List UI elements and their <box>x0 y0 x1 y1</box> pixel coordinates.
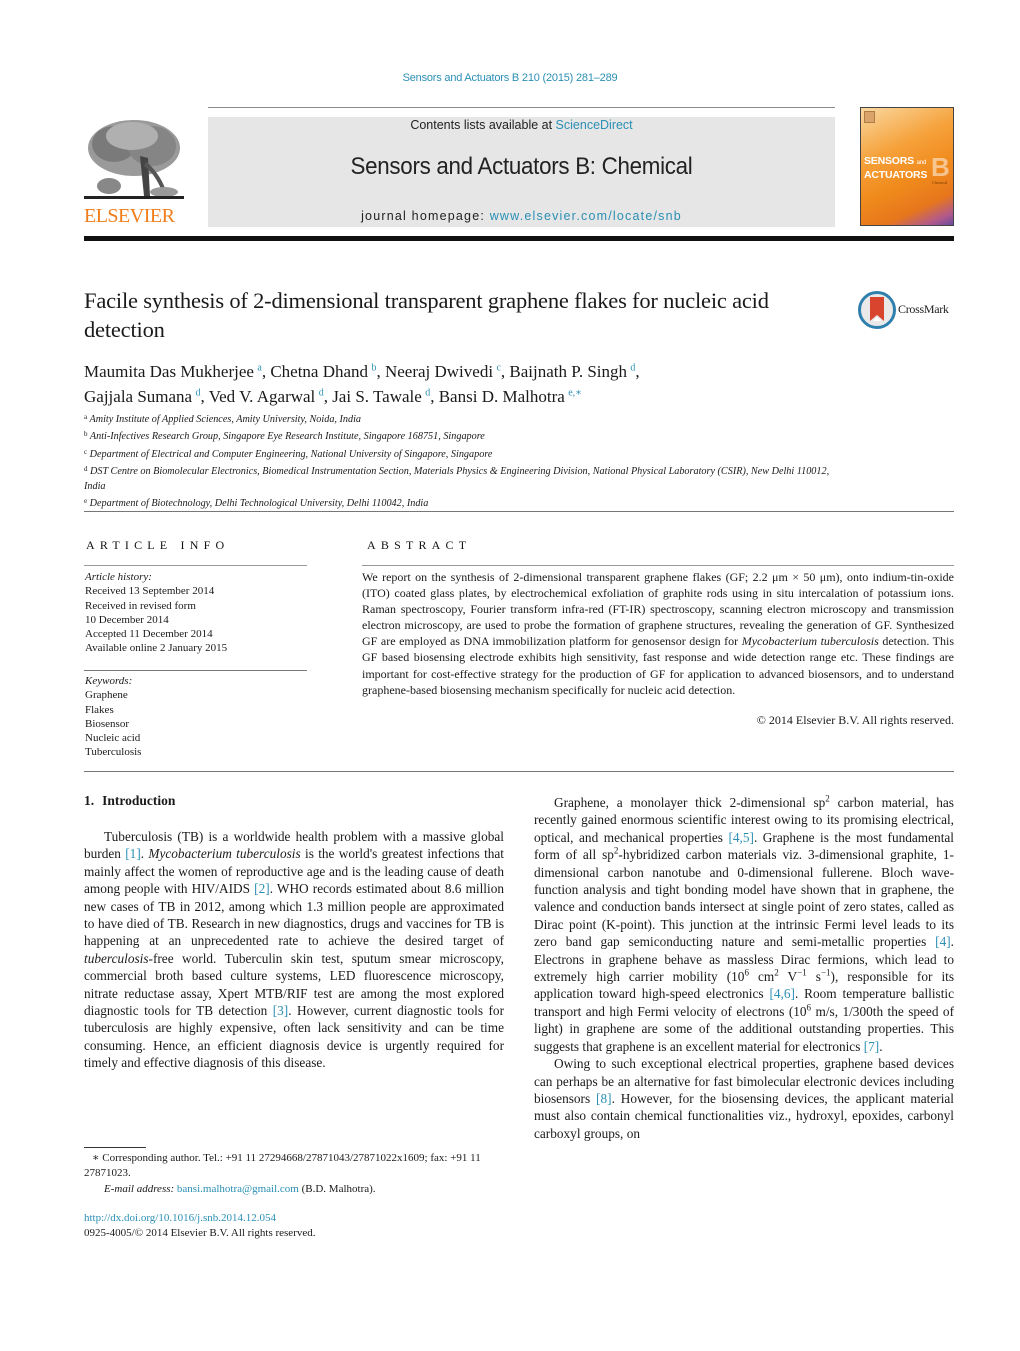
citation-link[interactable]: [1] <box>125 846 141 861</box>
header-rule <box>208 107 835 108</box>
article-history-label: Article history: <box>85 571 152 583</box>
article-info-heading: ARTICLE INFO <box>86 538 230 552</box>
keyword: Graphene <box>85 689 128 702</box>
history-item: Received 13 September 2014 <box>85 585 215 598</box>
divider-rule <box>84 771 954 772</box>
paragraph: Owing to such exceptional electrical pro… <box>534 1056 954 1141</box>
citation-link[interactable]: [7] <box>864 1039 880 1054</box>
abstract-rule <box>362 565 954 566</box>
doi-link[interactable]: http://dx.doi.org/10.1016/j.snb.2014.12.… <box>84 1212 276 1224</box>
divider-rule <box>84 511 954 512</box>
article-title: Facile synthesis of 2-dimensional transp… <box>84 288 769 342</box>
footnote-rule <box>84 1147 146 1148</box>
journal-masthead: Contents lists available at ScienceDirec… <box>208 117 835 227</box>
keywords-rule <box>84 670 307 671</box>
section-heading-introduction: 1. Introduction <box>84 793 176 808</box>
corresponding-author-note: ∗ Corresponding author. Tel.: +91 11 272… <box>84 1152 481 1180</box>
keywords-label: Keywords: <box>85 675 133 687</box>
masthead-thick-rule <box>84 236 954 241</box>
author[interactable]: Jai S. Tawale d, <box>332 387 439 406</box>
paragraph: Tuberculosis (TB) is a worldwide health … <box>84 829 505 1071</box>
journal-cover-image[interactable]: SENSORS and ACTUATORS B Chemical <box>860 107 954 226</box>
journal-homepage-link[interactable]: www.elsevier.com/locate/snb <box>490 209 682 223</box>
author[interactable]: Gajjala Sumana d, <box>84 387 209 406</box>
crossmark-label: CrossMark <box>898 302 949 316</box>
abstract-copyright: © 2014 Elsevier B.V. All rights reserved… <box>756 713 954 727</box>
elsevier-tree-icon <box>84 116 184 208</box>
history-item: Accepted 11 December 2014 <box>85 628 213 641</box>
keyword: Biosensor <box>85 717 129 730</box>
author[interactable]: Maumita Das Mukherjee a, <box>84 362 270 381</box>
doi-block: http://dx.doi.org/10.1016/j.snb.2014.12.… <box>84 1211 316 1241</box>
elsevier-wordmark: ELSEVIER <box>84 205 175 227</box>
paragraph: Graphene, a monolayer thick 2-dimensiona… <box>534 793 955 1054</box>
abstract-body: We report on the synthesis of 2-dimensio… <box>362 570 954 697</box>
author[interactable]: Neeraj Dwivedi c, <box>385 362 509 381</box>
citation-link[interactable]: [4,6] <box>769 986 794 1001</box>
article-info-rule <box>84 565 307 566</box>
citation-link[interactable]: [4,5] <box>728 830 753 845</box>
citation-link[interactable]: [3] <box>273 1003 289 1018</box>
sciencedirect-link[interactable]: ScienceDirect <box>556 118 633 132</box>
abstract-heading: ABSTRACT <box>367 538 472 552</box>
citation-link[interactable]: [4] <box>935 934 951 949</box>
elsevier-logo: ELSEVIER <box>84 116 186 228</box>
keyword: Nucleic acid <box>85 732 141 745</box>
cover-subtitle: Chemical <box>932 180 948 185</box>
keyword: Flakes <box>85 703 114 716</box>
email-link[interactable]: bansi.malhotra@gmail.com <box>177 1183 299 1195</box>
affiliation-marker[interactable]: e,∗ <box>568 388 582 399</box>
author[interactable]: Chetna Dhand b, <box>270 362 385 381</box>
crossmark-icon <box>858 291 896 329</box>
affiliation-item: e Department of Biotechnology, Delhi Tec… <box>84 497 429 510</box>
citation-link[interactable]: [8] <box>596 1091 612 1106</box>
cover-title: SENSORS and ACTUATORS <box>864 155 928 181</box>
keywords: Keywords: Graphene Flakes Biosensor Nucl… <box>85 674 315 760</box>
author[interactable]: Ved V. Agarwal d, <box>209 387 332 406</box>
contents-line: Contents lists available at ScienceDirec… <box>410 118 633 132</box>
history-item: 10 December 2014 <box>85 613 169 626</box>
body-column-right: Graphene, a monolayer thick 2-dimensiona… <box>534 794 954 1142</box>
history-item: Available online 2 January 2015 <box>85 642 228 655</box>
author[interactable]: Baijnath P. Singh d, <box>509 362 639 381</box>
affiliation-item: b Anti-Infectives Research Group, Singap… <box>84 430 485 443</box>
affiliation-item: c Department of Electrical and Computer … <box>84 447 493 460</box>
citation-link[interactable]: [2] <box>254 881 270 896</box>
journal-homepage-line: journal homepage: www.elsevier.com/locat… <box>361 209 682 223</box>
history-item: Received in revised form <box>85 599 196 612</box>
issn-copyright: 0925-4005/© 2014 Elsevier B.V. All right… <box>84 1227 316 1239</box>
cover-letter: B <box>931 152 950 182</box>
cover-elsevier-emblem-icon <box>864 111 875 123</box>
journal-reference-link[interactable]: Sensors and Actuators B 210 (2015) 281–2… <box>0 72 1020 84</box>
journal-title: Sensors and Actuators B: Chemical <box>350 153 693 180</box>
author[interactable]: Bansi D. Malhotra e,∗ <box>439 387 582 406</box>
keyword: Tuberculosis <box>85 746 142 759</box>
body-column-left: Tuberculosis (TB) is a worldwide health … <box>84 828 504 1072</box>
footnotes: ∗ Corresponding author. Tel.: +91 11 272… <box>84 1151 504 1197</box>
crossmark-badge[interactable]: CrossMark <box>858 291 958 329</box>
affiliation-item: a Amity Institute of Applied Sciences, A… <box>84 413 362 425</box>
article-history: Article history: Received 13 September 2… <box>85 570 315 656</box>
author-list: Maumita Das Mukherjee a, Chetna Dhand b,… <box>84 357 944 408</box>
email-note: E-mail address: bansi.malhotra@gmail.com… <box>104 1182 376 1195</box>
affiliation-item: d DST Centre on Biomolecular Electronics… <box>84 465 830 492</box>
affiliation-list: a Amity Institute of Applied Sciences, A… <box>84 410 844 511</box>
